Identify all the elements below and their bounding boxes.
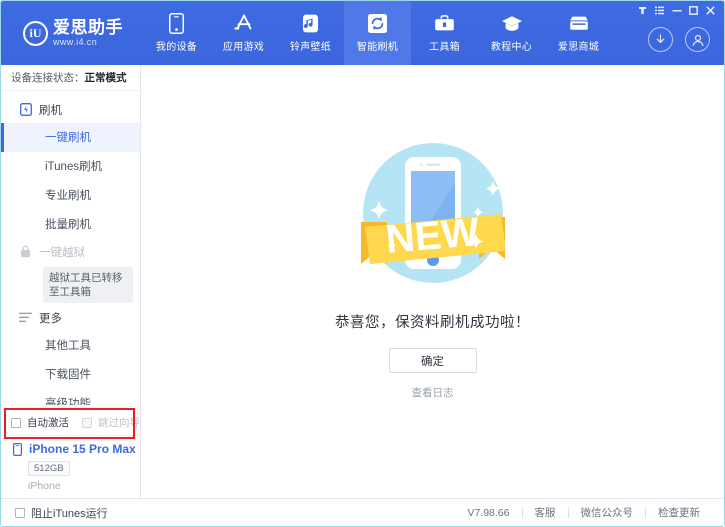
- sidebar-group-label: 更多: [39, 312, 62, 325]
- brand-name: 爱思助手: [53, 18, 123, 37]
- list-lines-icon: [19, 311, 32, 324]
- sidebar-group-more[interactable]: 更多: [1, 305, 140, 331]
- nav-label: 爱思商城: [557, 42, 600, 53]
- sidebar-item-label: 高级功能: [45, 398, 91, 406]
- sidebar-item-download-firmware[interactable]: 下载固件: [1, 360, 140, 389]
- sidebar-item-label: 批量刷机: [45, 219, 91, 232]
- support-link[interactable]: 客服: [523, 505, 568, 520]
- toolbox-icon: [434, 13, 455, 34]
- sidebar: 设备连接状态： 正常模式 刷机 一键刷机 iTunes刷机 专业刷机 批量刷机 …: [1, 65, 141, 498]
- lock-icon: [19, 245, 32, 258]
- sidebar-item-batch-flash[interactable]: 批量刷机: [1, 210, 140, 239]
- main-content: NEW 恭喜您，保资料刷机成功啦！ 确定 查看日志: [141, 65, 724, 498]
- sidebar-group-flash[interactable]: 刷机: [1, 97, 140, 123]
- page-title: 恭喜您，保资料刷机成功啦！: [335, 315, 530, 331]
- sidebar-group-label: 刷机: [39, 104, 62, 117]
- flash-device-icon: [19, 103, 32, 117]
- auto-activate-label: 自动激活: [27, 417, 69, 430]
- maximize-icon[interactable]: [686, 4, 701, 17]
- sidebar-item-label: iTunes刷机: [45, 161, 103, 174]
- check-update-link[interactable]: 检查更新: [646, 505, 712, 520]
- auto-activate-checkbox[interactable]: [11, 417, 21, 428]
- device-capacity: 512GB: [28, 461, 70, 476]
- device-name: iPhone 15 Pro Max: [29, 442, 136, 456]
- sidebar-menu: 刷机 一键刷机 iTunes刷机 专业刷机 批量刷机 一键越狱 越狱工具已转移至…: [1, 91, 140, 405]
- block-itunes-checkbox[interactable]: [15, 507, 25, 518]
- nav-item-ringtone-wallpaper[interactable]: 铃声壁纸: [277, 1, 344, 65]
- logo-mark-icon: iU: [23, 20, 48, 46]
- sidebar-item-advanced[interactable]: 高级功能: [1, 389, 140, 405]
- connection-status-label: 设备连接状态：: [11, 71, 85, 84]
- svg-text:NEW: NEW: [384, 210, 481, 262]
- menu-list-icon[interactable]: [652, 4, 667, 17]
- sidebar-item-label: 一键刷机: [45, 132, 91, 145]
- nav-label: 智能刷机: [356, 42, 399, 53]
- status-bar: 阻止iTunes运行 V7.98.66 客服 微信公众号 检查更新: [1, 498, 724, 526]
- pin-icon[interactable]: [635, 4, 650, 17]
- skip-wizard-label: 跳过向导: [98, 417, 140, 430]
- new-phone-ribbon-illustration: NEW: [360, 143, 506, 283]
- sidebar-item-label: 专业刷机: [45, 190, 91, 203]
- nav-label: 教程中心: [490, 42, 533, 53]
- nav-item-shop[interactable]: 爱思商城: [545, 1, 612, 65]
- nav-item-tutorial-center[interactable]: 教程中心: [478, 1, 545, 65]
- sidebar-item-one-key-flash[interactable]: 一键刷机: [1, 122, 140, 152]
- sidebar-item-label: 其他工具: [45, 340, 91, 353]
- status-bar-links: V7.98.66 客服 微信公众号 检查更新: [455, 505, 712, 520]
- device-card[interactable]: iPhone 15 Pro Max 512GB iPhone: [1, 435, 140, 498]
- phone-small-icon: [11, 442, 24, 456]
- close-icon[interactable]: [703, 4, 718, 17]
- main-nav: 我的设备 应用游戏 铃声壁纸 智能刷机 工具箱 教程中心 爱思商城: [143, 1, 612, 65]
- sidebar-options: 自动激活 跳过向导: [1, 408, 140, 439]
- music-icon: [302, 13, 319, 34]
- refresh-icon: [368, 13, 387, 34]
- wechat-link[interactable]: 微信公众号: [569, 505, 646, 520]
- sidebar-item-itunes-flash[interactable]: iTunes刷机: [1, 152, 140, 181]
- minimize-icon[interactable]: [669, 4, 684, 17]
- sidebar-item-label: 下载固件: [45, 369, 91, 382]
- nav-label: 工具箱: [429, 42, 460, 53]
- block-itunes-option[interactable]: 阻止iTunes运行: [15, 505, 108, 521]
- nav-item-smart-flash[interactable]: 智能刷机: [344, 1, 411, 65]
- account-button[interactable]: [685, 27, 710, 52]
- brand-logo[interactable]: iU 爱思助手 www.i4.cn: [1, 1, 141, 65]
- connection-status: 设备连接状态： 正常模式: [1, 65, 140, 91]
- window-controls: [635, 4, 718, 17]
- block-itunes-label: 阻止iTunes运行: [31, 507, 108, 520]
- nav-label: 我的设备: [155, 42, 198, 53]
- sidebar-item-pro-flash[interactable]: 专业刷机: [1, 181, 140, 210]
- app-header: iU 爱思助手 www.i4.cn 我的设备 应用游戏 铃声壁纸 智能刷机 工具…: [1, 1, 724, 65]
- brand-url: www.i4.cn: [53, 37, 98, 47]
- header-actions: [648, 27, 710, 52]
- sidebar-item-other-tools[interactable]: 其他工具: [1, 331, 140, 360]
- device-type: iPhone: [28, 480, 61, 492]
- app-body: 设备连接状态： 正常模式 刷机 一键刷机 iTunes刷机 专业刷机 批量刷机 …: [1, 65, 724, 498]
- nav-label: 铃声壁纸: [289, 42, 332, 53]
- download-button[interactable]: [648, 27, 673, 52]
- graduation-cap-icon: [501, 13, 523, 34]
- jailbreak-tooltip: 越狱工具已转移至工具箱: [43, 266, 133, 303]
- version-label: V7.98.66: [467, 506, 510, 519]
- appstore-icon: [233, 13, 255, 34]
- shop-icon: [568, 13, 590, 34]
- nav-item-apps-games[interactable]: 应用游戏: [210, 1, 277, 65]
- confirm-button[interactable]: 确定: [388, 348, 477, 373]
- nav-item-my-device[interactable]: 我的设备: [143, 1, 210, 65]
- nav-label: 应用游戏: [222, 42, 265, 53]
- connection-status-value: 正常模式: [84, 71, 127, 84]
- user-avatar-icon: [692, 34, 703, 46]
- nav-item-toolbox[interactable]: 工具箱: [411, 1, 478, 65]
- sidebar-group-label: 一键越狱: [39, 246, 85, 259]
- phone-icon: [169, 13, 184, 34]
- skip-wizard-checkbox: [82, 417, 92, 428]
- view-log-link[interactable]: 查看日志: [412, 385, 454, 400]
- app-window: iU 爱思助手 www.i4.cn 我的设备 应用游戏 铃声壁纸 智能刷机 工具…: [0, 0, 725, 527]
- download-arrow-icon: [656, 34, 665, 44]
- sidebar-group-jailbreak: 一键越狱: [1, 239, 140, 265]
